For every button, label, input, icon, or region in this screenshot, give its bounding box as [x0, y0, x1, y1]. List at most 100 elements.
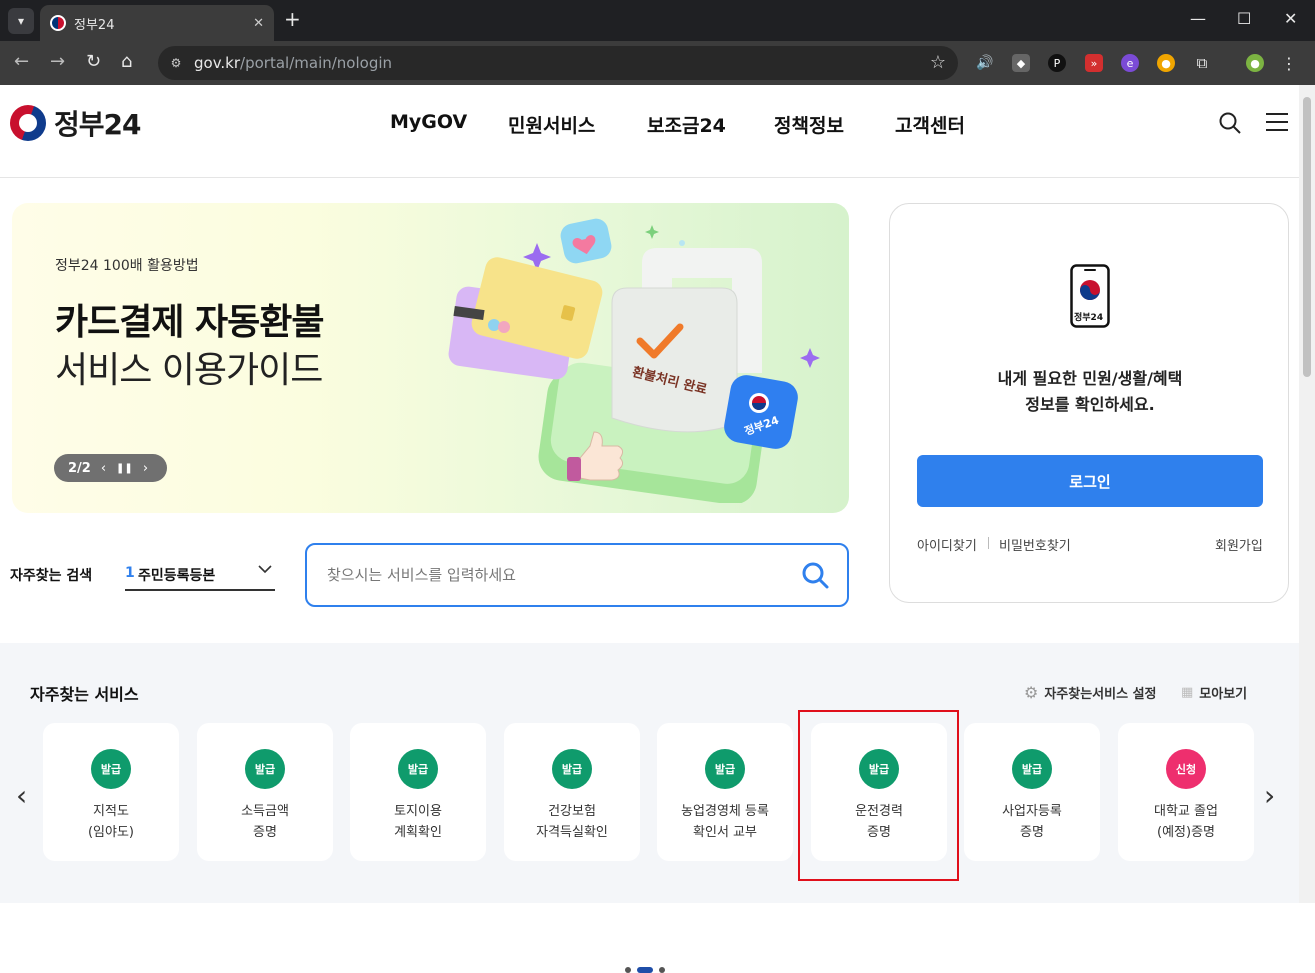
scrollbar-thumb[interactable] [1303, 97, 1311, 377]
volume-icon[interactable]: 🔊 [976, 54, 994, 72]
view-all-button[interactable]: ▦ 모아보기 [1181, 683, 1247, 702]
service-search-box [305, 543, 849, 607]
browser-menu-icon[interactable]: ⋮ [1280, 54, 1298, 73]
nav-mygov[interactable]: MyGOV [390, 111, 467, 133]
nav-customer-center[interactable]: 고객센터 [895, 111, 965, 138]
service-card-farm-registration[interactable]: 발급 농업경영체 등록 확인서 교부 [657, 723, 793, 861]
reload-icon[interactable]: ↻ [86, 52, 101, 72]
browser-tab[interactable]: 정부24 ✕ [40, 5, 274, 41]
nav-policy-info[interactable]: 정책정보 [774, 111, 844, 138]
service-name-line1: 소득금액 [241, 804, 289, 819]
search-icon[interactable] [1218, 111, 1242, 135]
find-password-link[interactable]: 비밀번호찾기 [999, 535, 1071, 554]
color-extension-icon[interactable]: ● [1157, 54, 1175, 72]
service-name-line2: 계획확인 [394, 825, 442, 840]
issue-badge: 발급 [91, 749, 131, 789]
service-card-business-registration[interactable]: 발급 사업자등록 증명 [964, 723, 1100, 861]
header-divider [0, 177, 1299, 178]
tab-search-button[interactable]: ▾ [8, 8, 34, 34]
banner-pager: 2/2 ‹ ❚❚ › [54, 454, 167, 482]
service-card-graduation-proof[interactable]: 신청 대학교 졸업 (예정)증명 [1118, 723, 1254, 861]
apply-badge: 신청 [1166, 749, 1206, 789]
home-icon[interactable]: ⌂ [121, 52, 132, 72]
refund-illustration: 환불처리 완료 정부24 [448, 218, 820, 503]
login-button[interactable]: 로그인 [917, 455, 1263, 507]
minimize-icon[interactable]: — [1190, 9, 1206, 28]
gear-icon: ⚙ [1024, 683, 1039, 702]
extensions-puzzle-icon[interactable]: ⧉ [1193, 54, 1211, 72]
banner-prev-icon[interactable]: ‹ [101, 461, 106, 476]
grid-icon: ▦ [1181, 685, 1194, 700]
carousel-prev-icon[interactable]: ‹ [16, 779, 27, 812]
service-name-line1: 토지이용 [394, 804, 442, 819]
site-info-icon[interactable]: ⚙ [166, 53, 186, 73]
back-icon[interactable]: ← [14, 52, 29, 72]
view-all-label: 모아보기 [1199, 687, 1248, 702]
service-card-land-use-plan[interactable]: 발급 토지이용계획확인 [350, 723, 486, 861]
login-message-line1: 내게 필요한 민원/생활/혜택 [997, 369, 1183, 388]
service-name-line2: (임야도) [87, 825, 135, 840]
service-card-income-proof[interactable]: 발급 소득금액증명 [197, 723, 333, 861]
service-name-line2: 증명 [1020, 825, 1044, 840]
banner-next-icon[interactable]: › [143, 461, 148, 476]
page-scrollbar[interactable] [1299, 85, 1315, 903]
nav-subsidy24[interactable]: 보조금24 [647, 111, 726, 138]
frequent-services-section: 자주찾는 서비스 ⚙ 자주찾는서비스 설정 ▦ 모아보기 ‹ › 발급 지적도 (… [0, 643, 1299, 973]
promo-banner[interactable]: 정부24 100배 활용방법 카드결제 자동환불 서비스 이용가이드 환불처리 … [12, 203, 849, 513]
forward-icon[interactable]: → [50, 52, 65, 72]
frequent-search-dropdown[interactable]: 1 주민등록등본 [125, 557, 275, 591]
carousel-dot-active[interactable] [637, 967, 653, 973]
bookmark-star-icon[interactable]: ☆ [930, 52, 946, 73]
service-name: 농업경영체 등록 확인서 교부 [657, 801, 793, 843]
e-extension-icon[interactable]: e [1121, 54, 1139, 72]
address-bar[interactable]: ⚙ gov.kr/portal/main/nologin ☆ [158, 46, 958, 80]
carousel-dot[interactable] [625, 967, 631, 973]
nav-civil-service[interactable]: 민원서비스 [508, 111, 595, 138]
site-favicon-icon [50, 15, 66, 31]
service-name-line1: 농업경영체 등록 [681, 804, 769, 819]
carousel-next-icon[interactable]: › [1264, 779, 1275, 812]
tab-close-icon[interactable]: ✕ [253, 16, 264, 31]
service-name-line2: 증명 [253, 825, 277, 840]
issue-badge: 발급 [398, 749, 438, 789]
service-name: 건강보험 자격득실확인 [504, 801, 640, 843]
frequent-search-label: 자주찾는 검색 [10, 568, 93, 584]
carousel-dots [625, 967, 665, 973]
banner-title-line1: 카드결제 자동환불 [55, 302, 324, 343]
url-text: gov.kr/portal/main/nologin [194, 54, 392, 72]
browser-tabbar: ▾ 정부24 ✕ + — ☐ ✕ [0, 0, 1315, 41]
service-name: 사업자등록 증명 [964, 801, 1100, 843]
hamburger-menu-icon[interactable] [1266, 112, 1288, 132]
service-settings-button[interactable]: ⚙ 자주찾는서비스 설정 [1024, 683, 1157, 702]
tab-title: 정부24 [74, 17, 115, 33]
frequent-search-value: 주민등록등본 [138, 568, 216, 584]
service-settings-label: 자주찾는서비스 설정 [1044, 687, 1157, 702]
find-id-link[interactable]: 아이디찾기 [917, 535, 977, 554]
banner-page-indicator: 2/2 [68, 460, 91, 476]
site-logo[interactable]: 정부24 [10, 103, 141, 143]
service-name-line1: 건강보험 [548, 804, 596, 819]
shield-extension-icon[interactable]: ◆ [1012, 54, 1030, 72]
service-card-health-insurance[interactable]: 발급 건강보험 자격득실확인 [504, 723, 640, 861]
signup-link[interactable]: 회원가입 [1215, 535, 1263, 554]
media-extension-icon[interactable]: » [1085, 54, 1103, 72]
login-message-line2: 정보를 확인하세요. [1025, 395, 1155, 414]
service-name-line2: (예정)증명 [1157, 825, 1215, 840]
search-submit-icon[interactable] [799, 559, 831, 591]
link-separator [988, 537, 989, 549]
service-name: 지적도 (임야도) [43, 801, 179, 843]
service-search-input[interactable] [327, 563, 787, 587]
carousel-dot[interactable] [659, 967, 665, 973]
service-card-cadastral-map[interactable]: 발급 지적도 (임야도) [43, 723, 179, 861]
service-name: 토지이용계획확인 [350, 801, 486, 843]
issue-badge: 발급 [705, 749, 745, 789]
profile-avatar-icon[interactable]: ● [1246, 54, 1264, 72]
new-tab-icon[interactable]: + [284, 9, 301, 29]
url-path: /portal/main/nologin [240, 54, 393, 72]
maximize-icon[interactable]: ☐ [1237, 9, 1251, 28]
window-close-icon[interactable]: ✕ [1284, 9, 1297, 28]
banner-pause-icon[interactable]: ❚❚ [116, 463, 133, 474]
frequent-services-title: 자주찾는 서비스 [30, 685, 139, 704]
issue-badge: 발급 [245, 749, 285, 789]
p-extension-icon[interactable]: P [1048, 54, 1066, 72]
